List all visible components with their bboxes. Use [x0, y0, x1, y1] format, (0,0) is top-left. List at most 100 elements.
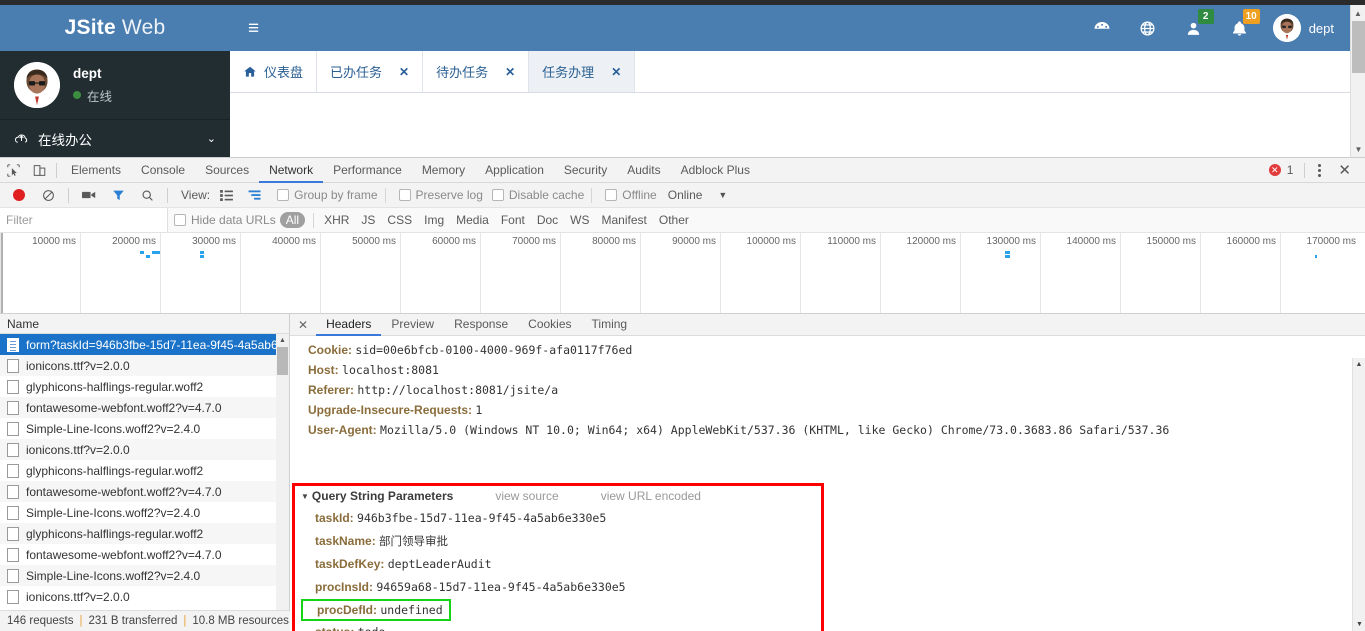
devtools-tab-memory[interactable]: Memory: [412, 158, 475, 183]
more-options-icon[interactable]: [1311, 163, 1328, 177]
filter-type-all[interactable]: All: [279, 212, 306, 228]
search-icon[interactable]: [134, 183, 160, 208]
scroll-up-icon[interactable]: ▲: [276, 334, 289, 347]
devtools-tab-adblock-plus[interactable]: Adblock Plus: [671, 158, 760, 183]
hamburger-icon[interactable]: ≡: [230, 19, 277, 38]
view-list-icon[interactable]: [213, 183, 239, 208]
error-icon[interactable]: ✕: [1268, 164, 1281, 176]
checkbox-icon[interactable]: [491, 189, 504, 201]
record-button[interactable]: [6, 183, 32, 208]
page-scrollbar[interactable]: ▲ ▼: [1350, 5, 1365, 157]
filter-type-xhr[interactable]: XHR: [318, 213, 355, 227]
devtools-tab-sources[interactable]: Sources: [195, 158, 259, 183]
app-logo[interactable]: JSite Web: [0, 5, 230, 51]
devtools-tab-application[interactable]: Application: [475, 158, 554, 183]
devtools-tab-elements[interactable]: Elements: [61, 158, 131, 183]
close-icon[interactable]: ✕: [611, 65, 621, 79]
detail-scrollbar[interactable]: ▲ ▼: [1352, 358, 1365, 631]
globe-icon[interactable]: [1125, 5, 1171, 51]
filter-type-other[interactable]: Other: [653, 213, 695, 227]
checkbox-icon[interactable]: [605, 189, 618, 201]
filter-type-js[interactable]: JS: [355, 213, 381, 227]
table-row[interactable]: Simple-Line-Icons.woff2?v=2.4.0: [0, 565, 289, 586]
filter-type-font[interactable]: Font: [495, 213, 531, 227]
request-list-scrollbar[interactable]: ▲ ▼: [276, 334, 289, 631]
filter-input[interactable]: [0, 208, 168, 232]
capture-screenshots-icon[interactable]: [76, 183, 102, 208]
view-url-encoded-link[interactable]: view URL encoded: [601, 486, 701, 507]
query-string-header[interactable]: ▼ Query String Parameters view source vi…: [295, 486, 821, 507]
detail-tab-preview[interactable]: Preview: [381, 314, 444, 336]
scrollbar-thumb[interactable]: [277, 347, 288, 375]
table-row[interactable]: ionicons.ttf?v=2.0.0: [0, 586, 289, 607]
sidebar-user-status: 在线: [73, 86, 112, 105]
devtools-tab-audits[interactable]: Audits: [617, 158, 670, 183]
sidebar-item-online-office[interactable]: 在线办公 ⌄: [0, 119, 230, 157]
filter-type-media[interactable]: Media: [450, 213, 495, 227]
detail-tab-timing[interactable]: Timing: [582, 314, 638, 336]
filter-type-css[interactable]: CSS: [381, 213, 418, 227]
group-by-frame-checkbox[interactable]: Group by frame: [277, 188, 378, 202]
devtools-tab-network[interactable]: Network: [259, 158, 324, 183]
filter-icon[interactable]: [105, 183, 131, 208]
scroll-down-icon[interactable]: ▼: [1351, 141, 1365, 157]
inspect-element-icon[interactable]: [0, 158, 26, 183]
close-icon[interactable]: ✕: [399, 65, 409, 79]
request-list[interactable]: form?taskId=946b3fbe-15d7-11ea-9f45-4a5a…: [0, 334, 289, 631]
table-row[interactable]: glyphicons-halflings-regular.woff2: [0, 376, 289, 397]
device-toolbar-icon[interactable]: [26, 158, 52, 183]
filter-type-manifest[interactable]: Manifest: [596, 213, 653, 227]
table-row[interactable]: Simple-Line-Icons.woff2?v=2.4.0: [0, 502, 289, 523]
devtools-tab-performance[interactable]: Performance: [323, 158, 412, 183]
throttling-select[interactable]: Online ▼: [668, 188, 728, 202]
checkbox-icon[interactable]: [277, 189, 290, 201]
sidebar-user-panel[interactable]: dept 在线: [0, 51, 230, 119]
detail-tab-response[interactable]: Response: [444, 314, 518, 336]
table-row[interactable]: Simple-Line-Icons.woff2?v=2.4.0: [0, 418, 289, 439]
disable-cache-checkbox[interactable]: Disable cache: [491, 188, 584, 202]
devtools-tab-security[interactable]: Security: [554, 158, 617, 183]
checkbox-icon[interactable]: [174, 214, 186, 226]
tab-todo-tasks[interactable]: 待办任务 ✕: [423, 51, 530, 92]
user-icon[interactable]: 2: [1171, 5, 1217, 51]
table-row[interactable]: ionicons.ttf?v=2.0.0: [0, 439, 289, 460]
table-row[interactable]: fontawesome-webfont.woff2?v=4.7.0: [0, 544, 289, 565]
table-row[interactable]: glyphicons-halflings-regular.woff2: [0, 460, 289, 481]
chevron-down-icon[interactable]: ▼: [718, 190, 727, 200]
filter-type-doc[interactable]: Doc: [531, 213, 564, 227]
table-row[interactable]: form?taskId=946b3fbe-15d7-11ea-9f45-4a5a…: [0, 334, 289, 355]
bell-icon[interactable]: 10: [1217, 5, 1263, 51]
tab-task-handling[interactable]: 任务办理 ✕: [529, 51, 636, 92]
triangle-down-icon[interactable]: ▼: [301, 486, 309, 507]
network-timeline-overview[interactable]: 10000 ms 20000 ms 30000 ms 40000 ms 5000…: [0, 233, 1365, 314]
devtools-tab-console[interactable]: Console: [131, 158, 195, 183]
request-name: fontawesome-webfont.woff2?v=4.7.0: [26, 484, 222, 499]
checkbox-icon[interactable]: [398, 189, 411, 201]
preserve-log-checkbox[interactable]: Preserve log: [398, 188, 483, 202]
filter-type-img[interactable]: Img: [418, 213, 450, 227]
hide-data-urls-checkbox[interactable]: Hide data URLs: [174, 213, 276, 227]
request-column-header[interactable]: Name: [0, 314, 289, 334]
close-devtools-icon[interactable]: ✕: [1330, 161, 1359, 179]
scroll-up-icon[interactable]: ▲: [1351, 5, 1365, 21]
detail-tab-cookies[interactable]: Cookies: [518, 314, 581, 336]
scroll-up-icon[interactable]: ▲: [1353, 358, 1365, 371]
table-row[interactable]: glyphicons-halflings-regular.woff2: [0, 523, 289, 544]
tab-dashboard[interactable]: 仪表盘: [230, 51, 318, 92]
clear-button[interactable]: [35, 183, 61, 208]
view-waterfall-icon[interactable]: [242, 183, 268, 208]
view-source-link[interactable]: view source: [495, 486, 558, 507]
table-row[interactable]: fontawesome-webfont.woff2?v=4.7.0: [0, 397, 289, 418]
filter-type-ws[interactable]: WS: [564, 213, 595, 227]
dashboard-icon[interactable]: [1079, 5, 1125, 51]
offline-checkbox[interactable]: Offline: [605, 188, 657, 202]
close-detail-icon[interactable]: ✕: [290, 318, 316, 332]
close-icon[interactable]: ✕: [505, 65, 515, 79]
scrollbar-thumb[interactable]: [1352, 21, 1365, 73]
detail-tab-headers[interactable]: Headers: [316, 314, 382, 336]
header-user-menu[interactable]: dept: [1263, 14, 1334, 42]
tab-done-tasks[interactable]: 已办任务 ✕: [317, 51, 424, 92]
table-row[interactable]: ionicons.ttf?v=2.0.0: [0, 355, 289, 376]
scroll-down-icon[interactable]: ▼: [1353, 618, 1365, 631]
table-row[interactable]: fontawesome-webfont.woff2?v=4.7.0: [0, 481, 289, 502]
